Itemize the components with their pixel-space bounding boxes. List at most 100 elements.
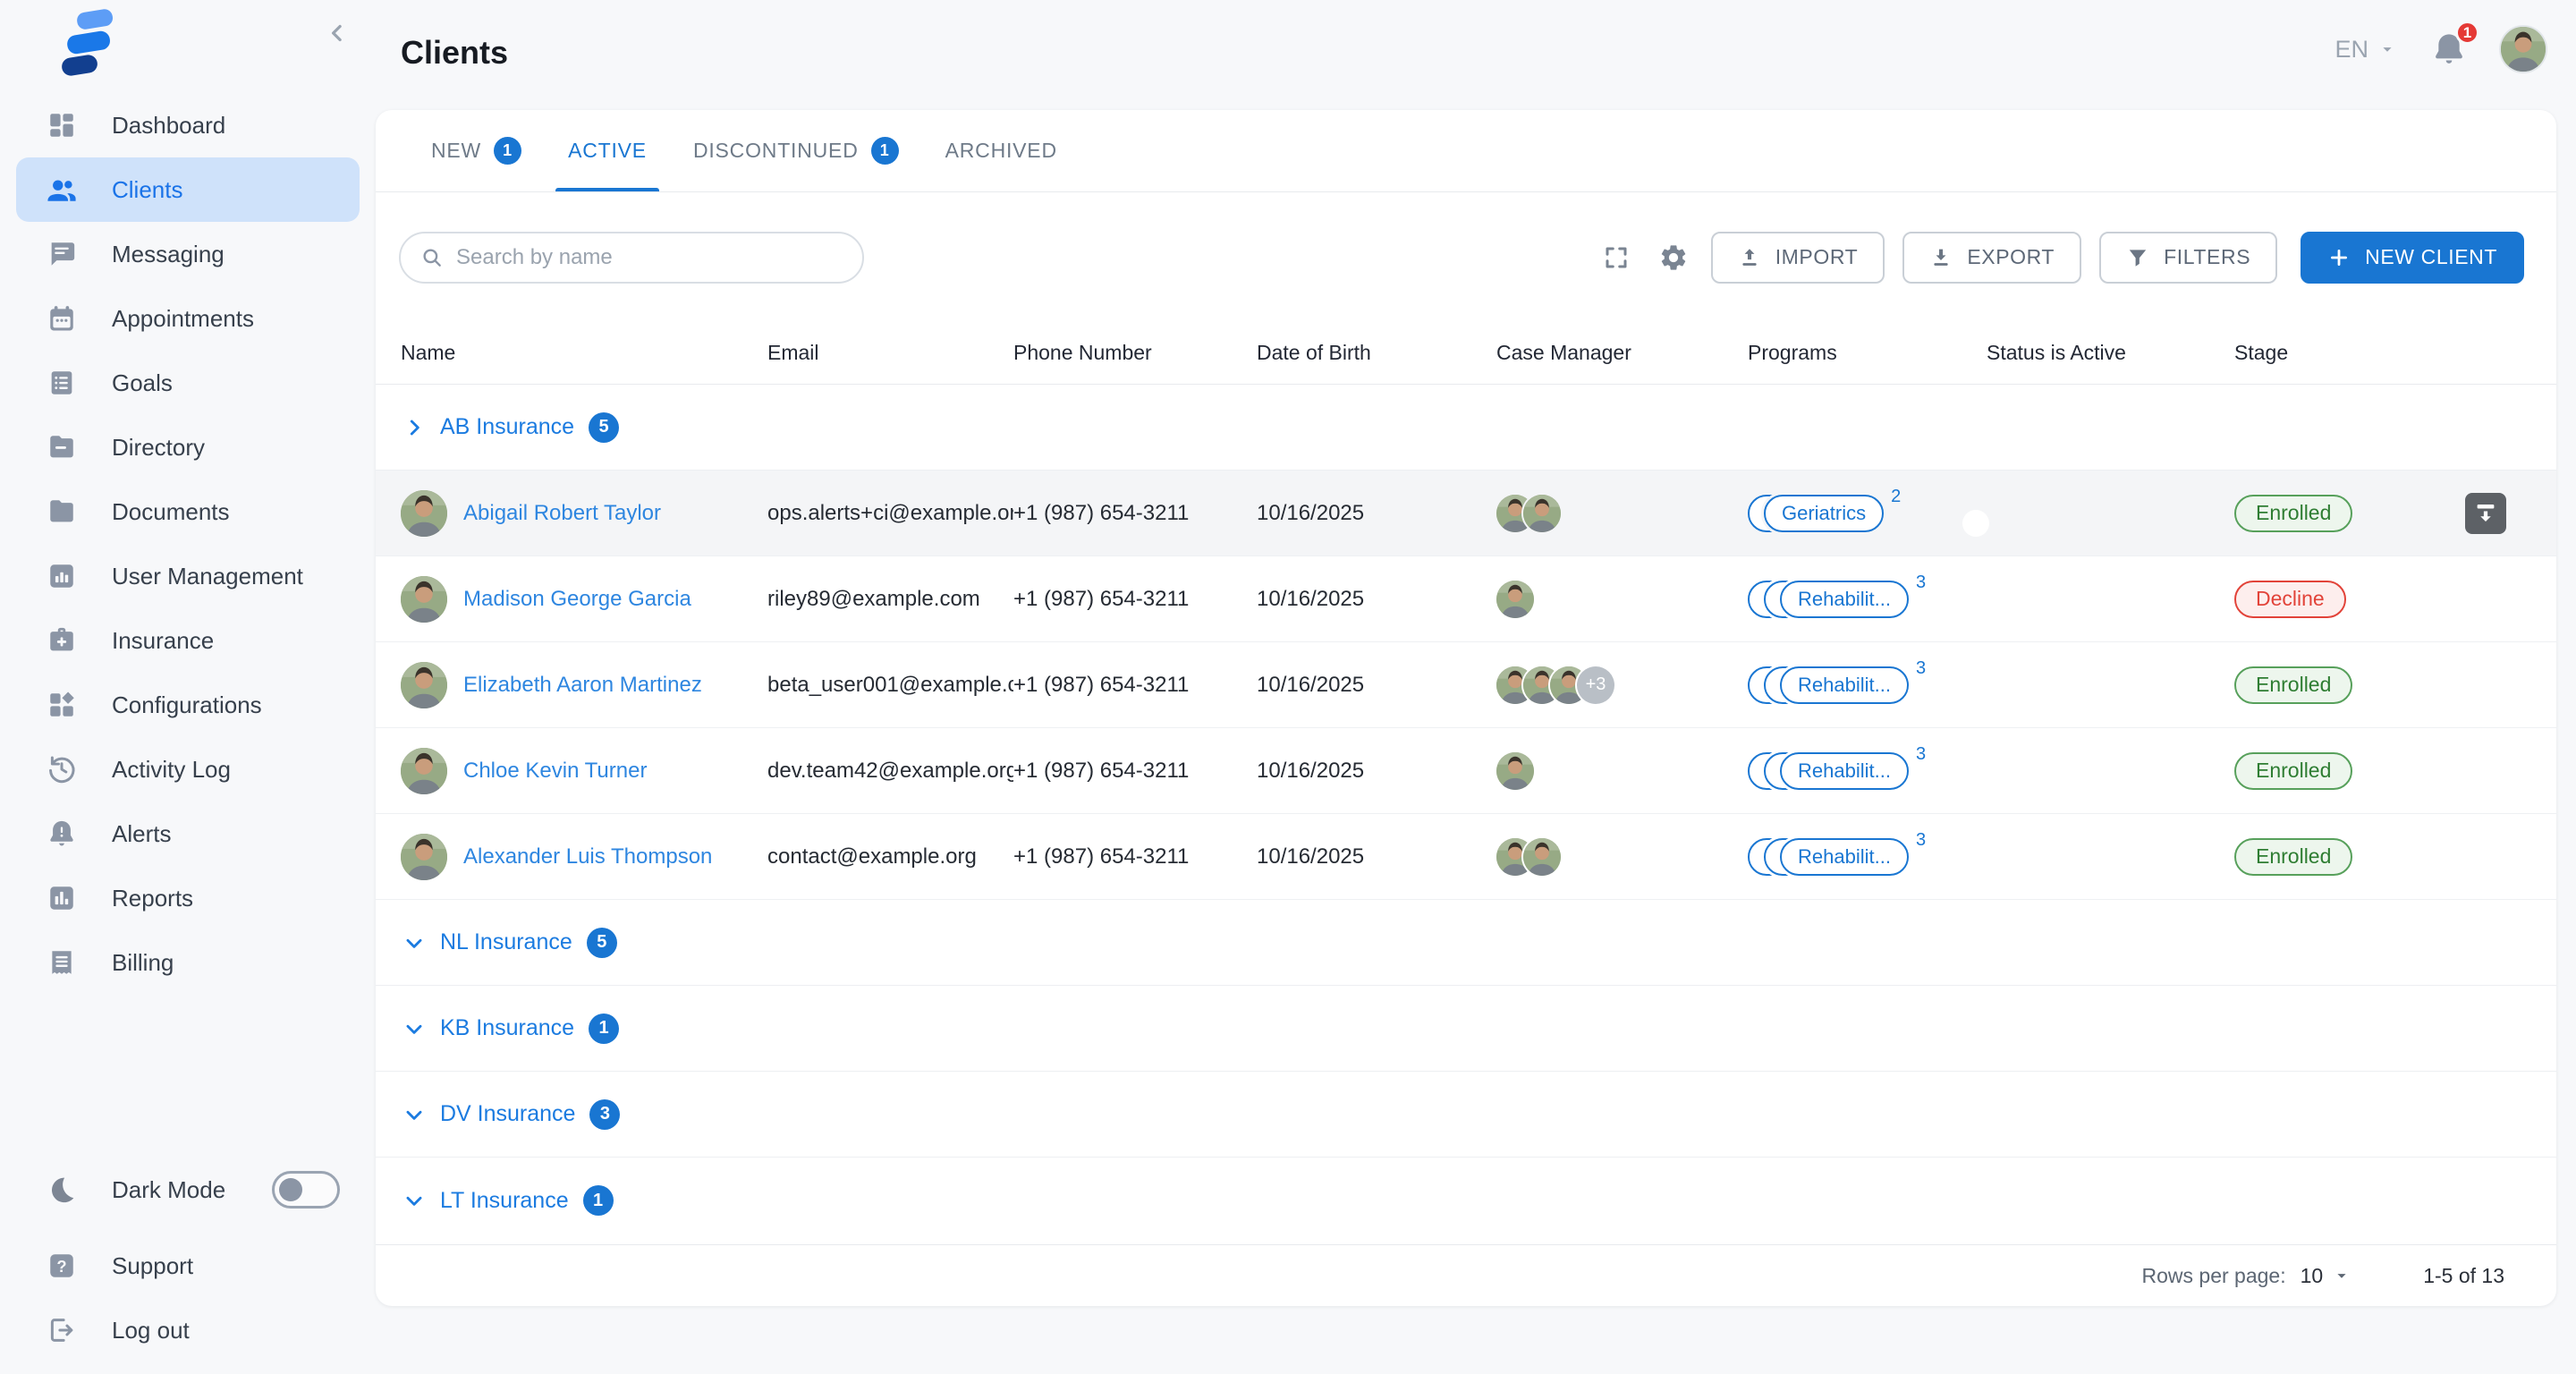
language-label: EN (2334, 36, 2368, 64)
chevron-down-icon[interactable] (402, 931, 426, 954)
program-count: 2 (1891, 487, 1901, 507)
filter-icon (2126, 246, 2149, 269)
client-avatar (401, 576, 447, 623)
dashboard-icon (47, 110, 77, 140)
program-count: 3 (1916, 830, 1926, 851)
group-name[interactable]: DV Insurance (440, 1101, 575, 1127)
tab-discontinued[interactable]: DISCONTINUED 1 (670, 110, 922, 191)
sidebar-item-billing[interactable]: Billing (16, 930, 360, 995)
client-name-link[interactable]: Abigail Robert Taylor (463, 501, 661, 526)
program-count: 3 (1916, 744, 1926, 765)
sidebar-collapse-icon[interactable] (324, 20, 351, 47)
sidebar-item-reports[interactable]: Reports (16, 866, 360, 930)
tab-archived[interactable]: ARCHIVED (922, 110, 1080, 191)
client-name-link[interactable]: Madison George Garcia (463, 587, 691, 612)
table-row[interactable]: Madison George Garcia riley89@example.co… (376, 556, 2556, 642)
sidebar-item-configurations[interactable]: Configurations (16, 673, 360, 737)
sidebar-item-directory[interactable]: Directory (16, 415, 360, 479)
program-chip[interactable]: Geriatrics (1764, 495, 1884, 532)
sidebar-item-alerts[interactable]: Alerts (16, 802, 360, 866)
program-chip[interactable]: Rehabilit... (1780, 666, 1909, 704)
sidebar-item-dashboard[interactable]: Dashboard (16, 93, 360, 157)
group-name[interactable]: KB Insurance (440, 1015, 574, 1041)
group-count-badge: 5 (589, 412, 619, 443)
upload-icon (1738, 246, 1761, 269)
chevron-down-icon[interactable] (402, 1017, 426, 1040)
group-row-dv-insurance[interactable]: DV Insurance 3 (376, 1072, 2556, 1158)
sidebar-item-insurance[interactable]: Insurance (16, 608, 360, 673)
client-dob: 10/16/2025 (1257, 759, 1496, 784)
group-name[interactable]: NL Insurance (440, 929, 572, 955)
rows-per-page-label: Rows per page: (2142, 1264, 2286, 1288)
chevron-down-icon (2377, 39, 2397, 59)
sidebar-item-appointments[interactable]: Appointments (16, 286, 360, 351)
table-row[interactable]: Alexander Luis Thompson contact@example.… (376, 814, 2556, 900)
sidebar-item-label: Support (112, 1252, 193, 1280)
notifications-button[interactable]: 1 (2431, 31, 2467, 67)
toggle-knob (1962, 596, 1989, 623)
program-chip[interactable]: Rehabilit... (1780, 752, 1909, 790)
moon-icon (47, 1175, 77, 1205)
sidebar-item-goals[interactable]: Goals (16, 351, 360, 415)
import-label: IMPORT (1775, 245, 1859, 269)
fullscreen-button[interactable] (1597, 238, 1636, 277)
app-logo-icon (50, 4, 127, 86)
client-dob: 10/16/2025 (1257, 501, 1496, 526)
search-box[interactable] (399, 232, 864, 284)
client-name-link[interactable]: Elizabeth Aaron Martinez (463, 673, 702, 698)
sidebar-item-logout[interactable]: Log out (16, 1298, 360, 1362)
group-name[interactable]: LT Insurance (440, 1188, 569, 1214)
group-count-badge: 1 (589, 1014, 619, 1044)
sidebar-item-label: Billing (112, 949, 174, 977)
chevron-right-icon[interactable] (402, 416, 426, 439)
filters-button[interactable]: FILTERS (2099, 232, 2277, 284)
client-name-link[interactable]: Chloe Kevin Turner (463, 759, 647, 784)
case-manager-avatars (1496, 495, 1748, 532)
group-row-kb-insurance[interactable]: KB Insurance 1 (376, 986, 2556, 1072)
chevron-down-icon[interactable] (402, 1103, 426, 1126)
group-row-lt-insurance[interactable]: LT Insurance 1 (376, 1158, 2556, 1243)
archive-button[interactable] (2465, 493, 2506, 534)
sidebar-item-label: Configurations (112, 691, 262, 719)
program-chips: H G Rehabilit... 3 (1748, 752, 1987, 790)
more-managers-badge[interactable]: +3 (1577, 666, 1614, 704)
rows-per-page-select[interactable]: 10 (2301, 1264, 2352, 1288)
sidebar-item-label: Alerts (112, 820, 171, 848)
client-phone: +1 (987) 654-3211 (1013, 844, 1257, 869)
group-row-ab-insurance[interactable]: AB Insurance 5 (376, 385, 2556, 471)
help-icon: ? (47, 1251, 77, 1281)
sidebar-item-user-management[interactable]: User Management (16, 544, 360, 608)
case-manager-avatars (1496, 752, 1748, 790)
table-row[interactable]: Abigail Robert Taylor ops.alerts+ci@exam… (376, 471, 2556, 556)
program-chips: H Geriatrics 2 (1748, 495, 1987, 532)
program-chip[interactable]: Rehabilit... (1780, 838, 1909, 876)
client-name-link[interactable]: Alexander Luis Thompson (463, 844, 712, 869)
dark-mode-toggle[interactable] (272, 1171, 340, 1209)
toggle-knob (1962, 682, 1989, 708)
new-client-button[interactable]: NEW CLIENT (2301, 232, 2524, 284)
tab-new[interactable]: NEW 1 (408, 110, 545, 191)
settings-button[interactable] (1654, 238, 1693, 277)
export-button[interactable]: EXPORT (1902, 232, 2081, 284)
sidebar-item-support[interactable]: ? Support (16, 1234, 360, 1298)
tab-active[interactable]: ACTIVE (545, 110, 670, 191)
language-selector[interactable]: EN (2334, 36, 2397, 64)
chevron-down-icon[interactable] (402, 1189, 426, 1212)
table-pagination: Rows per page: 10 1-5 of 13 (376, 1244, 2556, 1306)
import-button[interactable]: IMPORT (1711, 232, 1885, 284)
sidebar-item-activity-log[interactable]: Activity Log (16, 737, 360, 802)
group-name[interactable]: AB Insurance (440, 414, 574, 440)
sidebar-item-messaging[interactable]: Messaging (16, 222, 360, 286)
tab-label: ARCHIVED (945, 139, 1057, 163)
sidebar-item-documents[interactable]: Documents (16, 479, 360, 544)
group-row-nl-insurance[interactable]: NL Insurance 5 (376, 900, 2556, 986)
client-email: contact@example.org (767, 844, 1013, 869)
table-row[interactable]: Chloe Kevin Turner dev.team42@example.or… (376, 728, 2556, 814)
sidebar-item-clients[interactable]: Clients (16, 157, 360, 222)
case-manager-avatar (1496, 752, 1534, 790)
table-row[interactable]: Elizabeth Aaron Martinez beta_user001@ex… (376, 642, 2556, 728)
search-input[interactable] (456, 245, 843, 270)
program-chip[interactable]: Rehabilit... (1780, 581, 1909, 618)
user-avatar[interactable] (2501, 27, 2546, 72)
column-header-dob: Date of Birth (1257, 341, 1496, 365)
